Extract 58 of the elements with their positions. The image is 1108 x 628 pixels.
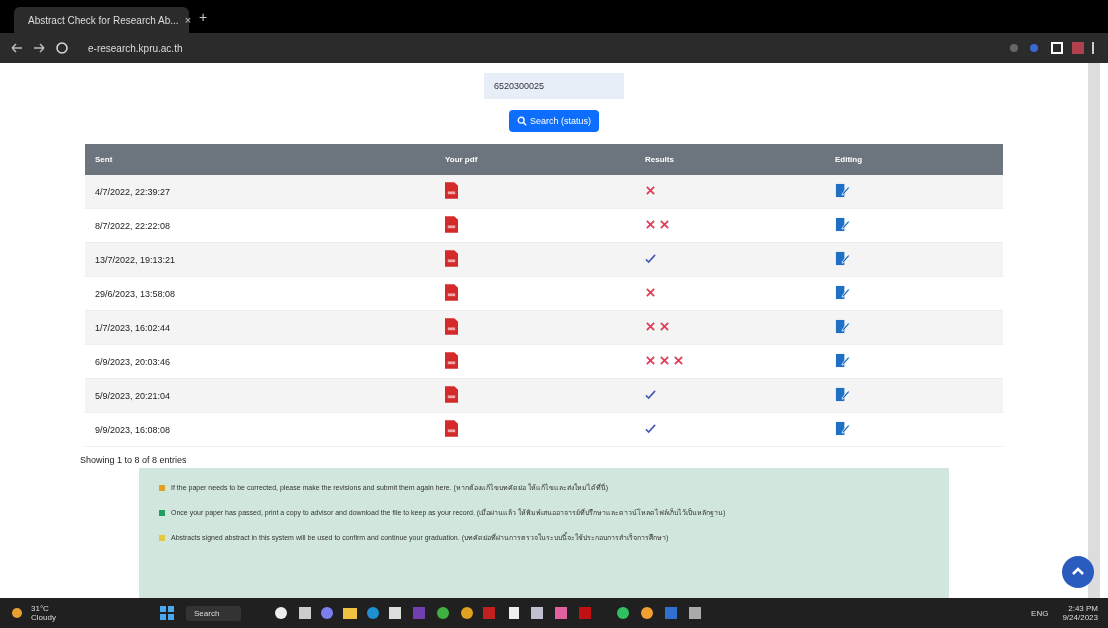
clock[interactable]: 2:43 PM 9/24/2023: [1062, 604, 1098, 622]
navigation-icon[interactable]: [10, 41, 70, 55]
pdf-file-icon[interactable]: [445, 318, 458, 335]
sent-date: 6/9/2023, 20:03:46: [95, 356, 171, 367]
edit-document-icon[interactable]: [835, 251, 850, 266]
check-icon: [645, 389, 656, 400]
pdf-file-icon[interactable]: [445, 284, 458, 301]
edit-document-icon[interactable]: [835, 319, 850, 334]
sent-date: 29/6/2023, 13:58:08: [95, 288, 176, 299]
cross-icon: [645, 287, 656, 298]
start-icon[interactable]: [160, 606, 174, 620]
tab-title: Abstract Check for Research Ab...: [28, 14, 179, 26]
column-header: Editing: [825, 144, 1003, 175]
id-input-field[interactable]: 6520300025: [484, 73, 624, 99]
pdf-file-icon[interactable]: [445, 352, 458, 369]
search-icon: [517, 116, 527, 126]
cross-icon: [645, 355, 656, 366]
edit-document-icon[interactable]: [835, 353, 850, 368]
browser-tab[interactable]: Abstract Check for Research Ab... ×: [14, 7, 189, 33]
cross-icon: [645, 219, 656, 230]
edit-document-icon[interactable]: [835, 285, 850, 300]
pdf-file-icon[interactable]: [445, 386, 458, 403]
edit-document-icon[interactable]: [835, 217, 850, 232]
check-icon: [645, 253, 656, 264]
new-tab-button[interactable]: +: [199, 8, 208, 25]
url-field[interactable]: e-research.kpru.ac.th: [88, 42, 990, 54]
cross-icon: [645, 185, 656, 196]
check-icon: [645, 423, 656, 434]
cross-icon: [659, 321, 670, 332]
cross-icon: [673, 355, 684, 366]
scrollbar[interactable]: [1088, 63, 1100, 598]
column-header: Sent: [85, 144, 435, 175]
cross-icon: [659, 355, 670, 366]
pdf-file-icon[interactable]: [445, 250, 458, 267]
scroll-to-top-button[interactable]: [1062, 556, 1094, 588]
edit-document-icon[interactable]: [835, 421, 850, 436]
temperature: 31°C: [31, 604, 49, 613]
entries-info: Showing 1 to 8 of 8 entries: [80, 455, 187, 465]
edit-document-icon[interactable]: [835, 387, 850, 402]
pdf-file-icon[interactable]: [445, 216, 458, 233]
weather-condition: Cloudy: [31, 613, 56, 622]
search-button[interactable]: Search (status): [509, 110, 599, 132]
column-header: Results: [635, 144, 825, 175]
language-indicator[interactable]: ENG: [1031, 608, 1049, 618]
cross-icon: [645, 321, 656, 332]
pdf-file-icon[interactable]: [445, 420, 458, 437]
close-tab-button[interactable]: ×: [184, 14, 192, 26]
sent-date: 4/7/2022, 22:39:27: [95, 186, 171, 197]
cross-icon: [659, 219, 670, 230]
column-header: Your pdf: [435, 144, 635, 175]
taskbar-search-field[interactable]: Search: [186, 605, 242, 621]
sent-date: 5/9/2023, 20:21:04: [95, 390, 171, 401]
sent-date: 9/9/2023, 16:08:08: [95, 424, 171, 435]
sent-date: 1/7/2023, 16:02:44: [95, 322, 171, 333]
edit-document-icon[interactable]: [835, 183, 850, 198]
pdf-file-icon[interactable]: [445, 182, 458, 199]
sent-date: 13/7/2022, 19:13:21: [95, 254, 176, 265]
sent-date: 8/7/2022, 22:22:08: [95, 220, 171, 231]
